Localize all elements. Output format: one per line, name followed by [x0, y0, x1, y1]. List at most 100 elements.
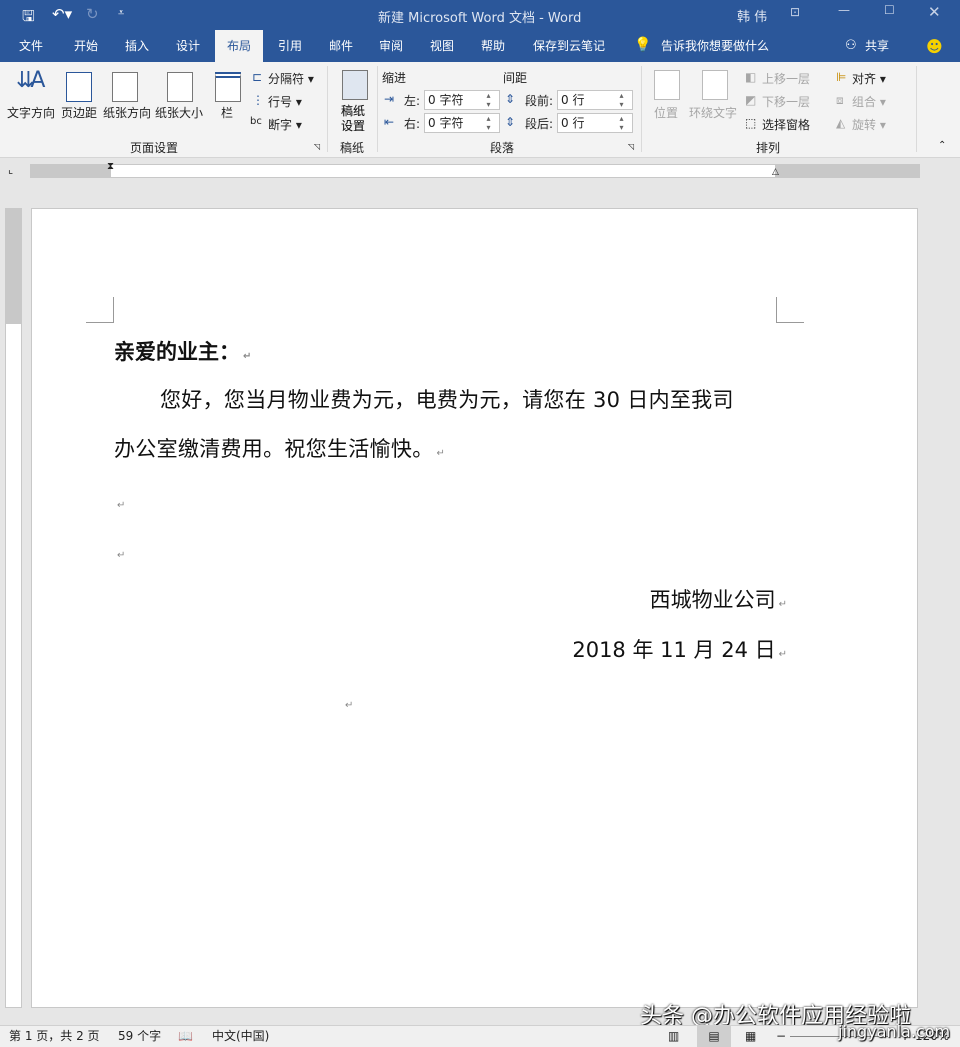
tab-review[interactable]: 审阅: [368, 30, 414, 62]
bring-forward-button[interactable]: 上移一层: [762, 70, 810, 87]
position-button[interactable]: 位置: [654, 104, 678, 121]
status-bar: 第 1 页，共 2 页 59 个字 📖 中文(中国) ▥ ▤ ▦ − + 120…: [0, 1025, 960, 1047]
save-icon[interactable]: 🖫: [22, 6, 35, 31]
maximize-button[interactable]: ☐: [884, 3, 895, 17]
manuscript-settings-button[interactable]: 稿纸设置: [340, 104, 366, 134]
selection-pane-button[interactable]: 选择窗格: [762, 116, 810, 133]
line-numbers-icon: ⋮: [252, 93, 264, 107]
share-button[interactable]: 共享: [862, 30, 892, 62]
rotate-button[interactable]: 旋转 ▾: [852, 116, 886, 133]
tab-design[interactable]: 设计: [164, 30, 212, 62]
breaks-button[interactable]: 分隔符 ▾: [268, 70, 314, 87]
paper-size-button[interactable]: 纸张大小: [155, 104, 203, 121]
indent-right-input[interactable]: 0 字符: [424, 113, 500, 133]
orientation-icon: [112, 72, 138, 102]
columns-button[interactable]: 栏: [221, 104, 233, 121]
wrap-text-button[interactable]: 环绕文字: [689, 104, 737, 121]
tab-help[interactable]: 帮助: [470, 30, 516, 62]
tab-view[interactable]: 视图: [419, 30, 465, 62]
group-label: 组合: [852, 95, 877, 109]
paragraph-mark: ↵: [778, 649, 787, 660]
web-layout-icon[interactable]: ▦: [745, 1026, 756, 1047]
page-setup-launcher[interactable]: ◹: [314, 142, 320, 151]
paragraph-mark: ↵: [117, 500, 126, 511]
body-line-2: 办公室缴清费用。祝您生活愉快。 ↵: [114, 433, 445, 463]
paragraph-mark: ↵: [243, 351, 252, 362]
watermark-url: jingyanla.com: [838, 1022, 951, 1041]
hyphenation-icon: bc: [250, 116, 262, 127]
orientation-button[interactable]: 纸张方向: [103, 104, 151, 121]
lightbulb-icon: 💡: [634, 37, 652, 53]
spacing-before-icon: ⇕: [505, 92, 516, 106]
date-text: 2018 年 11 月 24 日: [572, 638, 776, 662]
tab-mailings[interactable]: 邮件: [318, 30, 364, 62]
bring-forward-icon: ◧: [745, 70, 757, 84]
text-direction-button[interactable]: 文字方向: [7, 104, 55, 121]
page-count[interactable]: 第 1 页，共 2 页: [9, 1026, 100, 1047]
zoom-out-button[interactable]: −: [776, 1026, 786, 1047]
tab-selector-icon[interactable]: ⌞: [8, 163, 13, 176]
minimize-button[interactable]: —: [838, 3, 850, 17]
print-layout-icon[interactable]: ▤: [697, 1026, 731, 1047]
empty-paragraph-2: ↵: [114, 539, 125, 563]
indent-right-icon: ⇤: [384, 115, 395, 129]
tab-insert[interactable]: 插入: [114, 30, 160, 62]
tab-save-cloud-note[interactable]: 保存到云笔记: [526, 30, 612, 62]
smiley-icon[interactable]: ☻: [926, 37, 943, 56]
margins-button[interactable]: 页边距: [61, 104, 97, 121]
spacing-before-input[interactable]: 0 行: [557, 90, 633, 110]
tab-references[interactable]: 引用: [267, 30, 313, 62]
line-numbers-button[interactable]: 行号 ▾: [268, 93, 302, 110]
user-name[interactable]: 韩 伟: [737, 6, 767, 25]
customize-icon[interactable]: ⩡: [118, 6, 124, 20]
spacing-after-input[interactable]: 0 行: [557, 113, 633, 133]
manuscript-icon: [342, 70, 368, 100]
body-line-2-text: 办公室缴清费用。祝您生活愉快。: [114, 437, 434, 461]
date-line: 2018 年 11 月 24 日 ↵: [572, 634, 787, 664]
spacing-after-icon: ⇕: [505, 115, 516, 129]
paragraph-mark: ↵: [778, 599, 787, 610]
hyphenation-button[interactable]: 断字 ▾: [268, 116, 302, 133]
tell-me-search[interactable]: 告诉我你想要做什么: [658, 30, 772, 62]
manuscript-group-label: 稿纸: [340, 141, 365, 155]
wrap-text-icon: [702, 70, 728, 100]
rotate-label: 旋转: [852, 118, 877, 132]
right-indent-marker[interactable]: △: [772, 167, 779, 177]
undo-icon[interactable]: ↶▾: [52, 5, 72, 23]
indent-label: 缩进: [382, 71, 407, 85]
indent-left-icon: ⇥: [384, 92, 395, 106]
word-count[interactable]: 59 个字: [118, 1026, 161, 1047]
ribbon-display-icon[interactable]: ⊡: [790, 5, 800, 19]
window-title: 新建 Microsoft Word 文档 - Word: [378, 11, 582, 26]
document-page[interactable]: 亲爱的业主： ↵ 您好，您当月物业费为元，电费为元，请您在 30 日内至我司 办公…: [31, 208, 918, 1008]
tab-file[interactable]: 文件: [6, 30, 56, 62]
page-setup-group-label: 页面设置: [130, 141, 179, 155]
vertical-ruler[interactable]: [5, 208, 22, 1008]
line-numbers-label: 行号: [268, 95, 293, 109]
align-button[interactable]: 对齐 ▾: [852, 70, 886, 87]
collapse-ribbon-icon[interactable]: ⌃: [938, 140, 946, 151]
empty-paragraph-3: ↵: [342, 689, 353, 713]
close-button[interactable]: ✕: [928, 3, 941, 21]
language[interactable]: 中文(中国): [212, 1026, 269, 1047]
horizontal-ruler[interactable]: ⧗ △: [30, 161, 920, 178]
title-bar: 🖫 ↶▾ ↻ ⩡ 新建 Microsoft Word 文档 - Word 韩 伟…: [0, 0, 960, 30]
send-backward-button[interactable]: 下移一层: [762, 93, 810, 110]
group-icon: ⧈: [836, 93, 844, 107]
ribbon: ⇊A 文字方向 页边距 纸张方向 纸张大小 栏 ⊏ 分隔符 ▾ ⋮ 行号 ▾ b…: [0, 62, 960, 158]
redo-icon[interactable]: ↻: [86, 5, 99, 23]
greeting-text: 亲爱的业主：: [114, 340, 240, 364]
ribbon-tabs: 文件 开始 插入 设计 布局 引用 邮件 审阅 视图 帮助 保存到云笔记 💡 告…: [0, 30, 960, 62]
indent-right-label: 右:: [404, 117, 421, 131]
indent-marker[interactable]: ⧗: [107, 161, 114, 172]
margin-corner-tr: [776, 297, 804, 323]
spacing-label: 间距: [503, 71, 528, 85]
proofing-icon[interactable]: 📖: [178, 1026, 193, 1047]
paragraph-launcher[interactable]: ◹: [628, 142, 634, 151]
group-button[interactable]: 组合 ▾: [852, 93, 886, 110]
indent-left-input[interactable]: 0 字符: [424, 90, 500, 110]
greeting-line: 亲爱的业主： ↵: [114, 336, 251, 366]
tab-layout[interactable]: 布局: [215, 30, 263, 62]
tab-home[interactable]: 开始: [62, 30, 110, 62]
read-mode-icon[interactable]: ▥: [668, 1026, 679, 1047]
